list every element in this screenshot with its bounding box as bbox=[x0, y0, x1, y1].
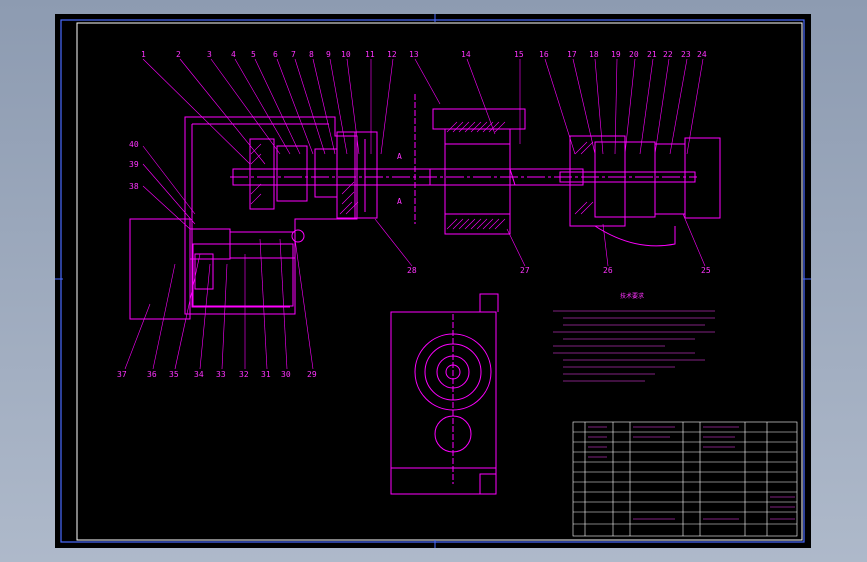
part-labels-left: 40 39 38 bbox=[129, 140, 139, 191]
technical-notes: 技术要求 bbox=[553, 292, 715, 382]
part-label: 1 bbox=[141, 50, 146, 59]
part-label: 13 bbox=[409, 50, 419, 59]
part-label: 6 bbox=[273, 50, 278, 59]
part-label: 36 bbox=[147, 370, 157, 379]
notes-title: 技术要求 bbox=[620, 292, 644, 300]
part-label: 27 bbox=[520, 266, 530, 275]
notes-text-lines bbox=[553, 310, 715, 382]
part-label: 15 bbox=[514, 50, 524, 59]
part-label: 32 bbox=[239, 370, 249, 379]
part-label: 14 bbox=[461, 50, 471, 59]
part-label: 4 bbox=[231, 50, 236, 59]
section-mark: A bbox=[397, 152, 402, 161]
part-label: 10 bbox=[341, 50, 351, 59]
part-label: 17 bbox=[567, 50, 577, 59]
part-label: 24 bbox=[697, 50, 707, 59]
part-labels-right: 28 27 26 25 bbox=[407, 266, 711, 275]
part-label: 12 bbox=[387, 50, 397, 59]
part-label: 9 bbox=[326, 50, 331, 59]
part-labels-top: 1 2 3 4 5 6 7 8 9 10 11 12 13 14 15 16 1… bbox=[141, 50, 707, 59]
title-block bbox=[572, 421, 798, 537]
part-label: 35 bbox=[169, 370, 179, 379]
part-label: 16 bbox=[539, 50, 549, 59]
part-label: 39 bbox=[129, 160, 139, 169]
part-label: 34 bbox=[194, 370, 204, 379]
part-label: 2 bbox=[176, 50, 181, 59]
side-view bbox=[390, 293, 499, 495]
part-label: 29 bbox=[307, 370, 317, 379]
part-label: 40 bbox=[129, 140, 139, 149]
part-label: 11 bbox=[365, 50, 375, 59]
part-label: 38 bbox=[129, 182, 139, 191]
assembly-main-view bbox=[129, 94, 721, 320]
part-label: 22 bbox=[663, 50, 673, 59]
part-label: 25 bbox=[701, 266, 711, 275]
title-block-text-lines bbox=[588, 426, 795, 520]
part-label: 19 bbox=[611, 50, 621, 59]
part-label: 18 bbox=[589, 50, 599, 59]
part-label: 3 bbox=[207, 50, 212, 59]
outer-border bbox=[60, 19, 805, 543]
part-label: 20 bbox=[629, 50, 639, 59]
cad-drawing-canvas[interactable]: 1 2 3 4 5 6 7 8 9 10 11 12 13 14 15 16 1… bbox=[55, 14, 811, 548]
part-label: 30 bbox=[281, 370, 291, 379]
part-label: 23 bbox=[681, 50, 691, 59]
part-label: 28 bbox=[407, 266, 417, 275]
part-label: 5 bbox=[251, 50, 256, 59]
part-label: 37 bbox=[117, 370, 127, 379]
part-label: 8 bbox=[309, 50, 314, 59]
part-label: 31 bbox=[261, 370, 271, 379]
section-hatching bbox=[250, 121, 594, 230]
section-mark: A bbox=[397, 197, 402, 206]
part-label: 7 bbox=[291, 50, 296, 59]
part-labels-bottom: 37 36 35 34 33 32 31 30 29 bbox=[117, 370, 317, 379]
part-label: 33 bbox=[216, 370, 226, 379]
part-label: 26 bbox=[603, 266, 613, 275]
part-label: 21 bbox=[647, 50, 657, 59]
